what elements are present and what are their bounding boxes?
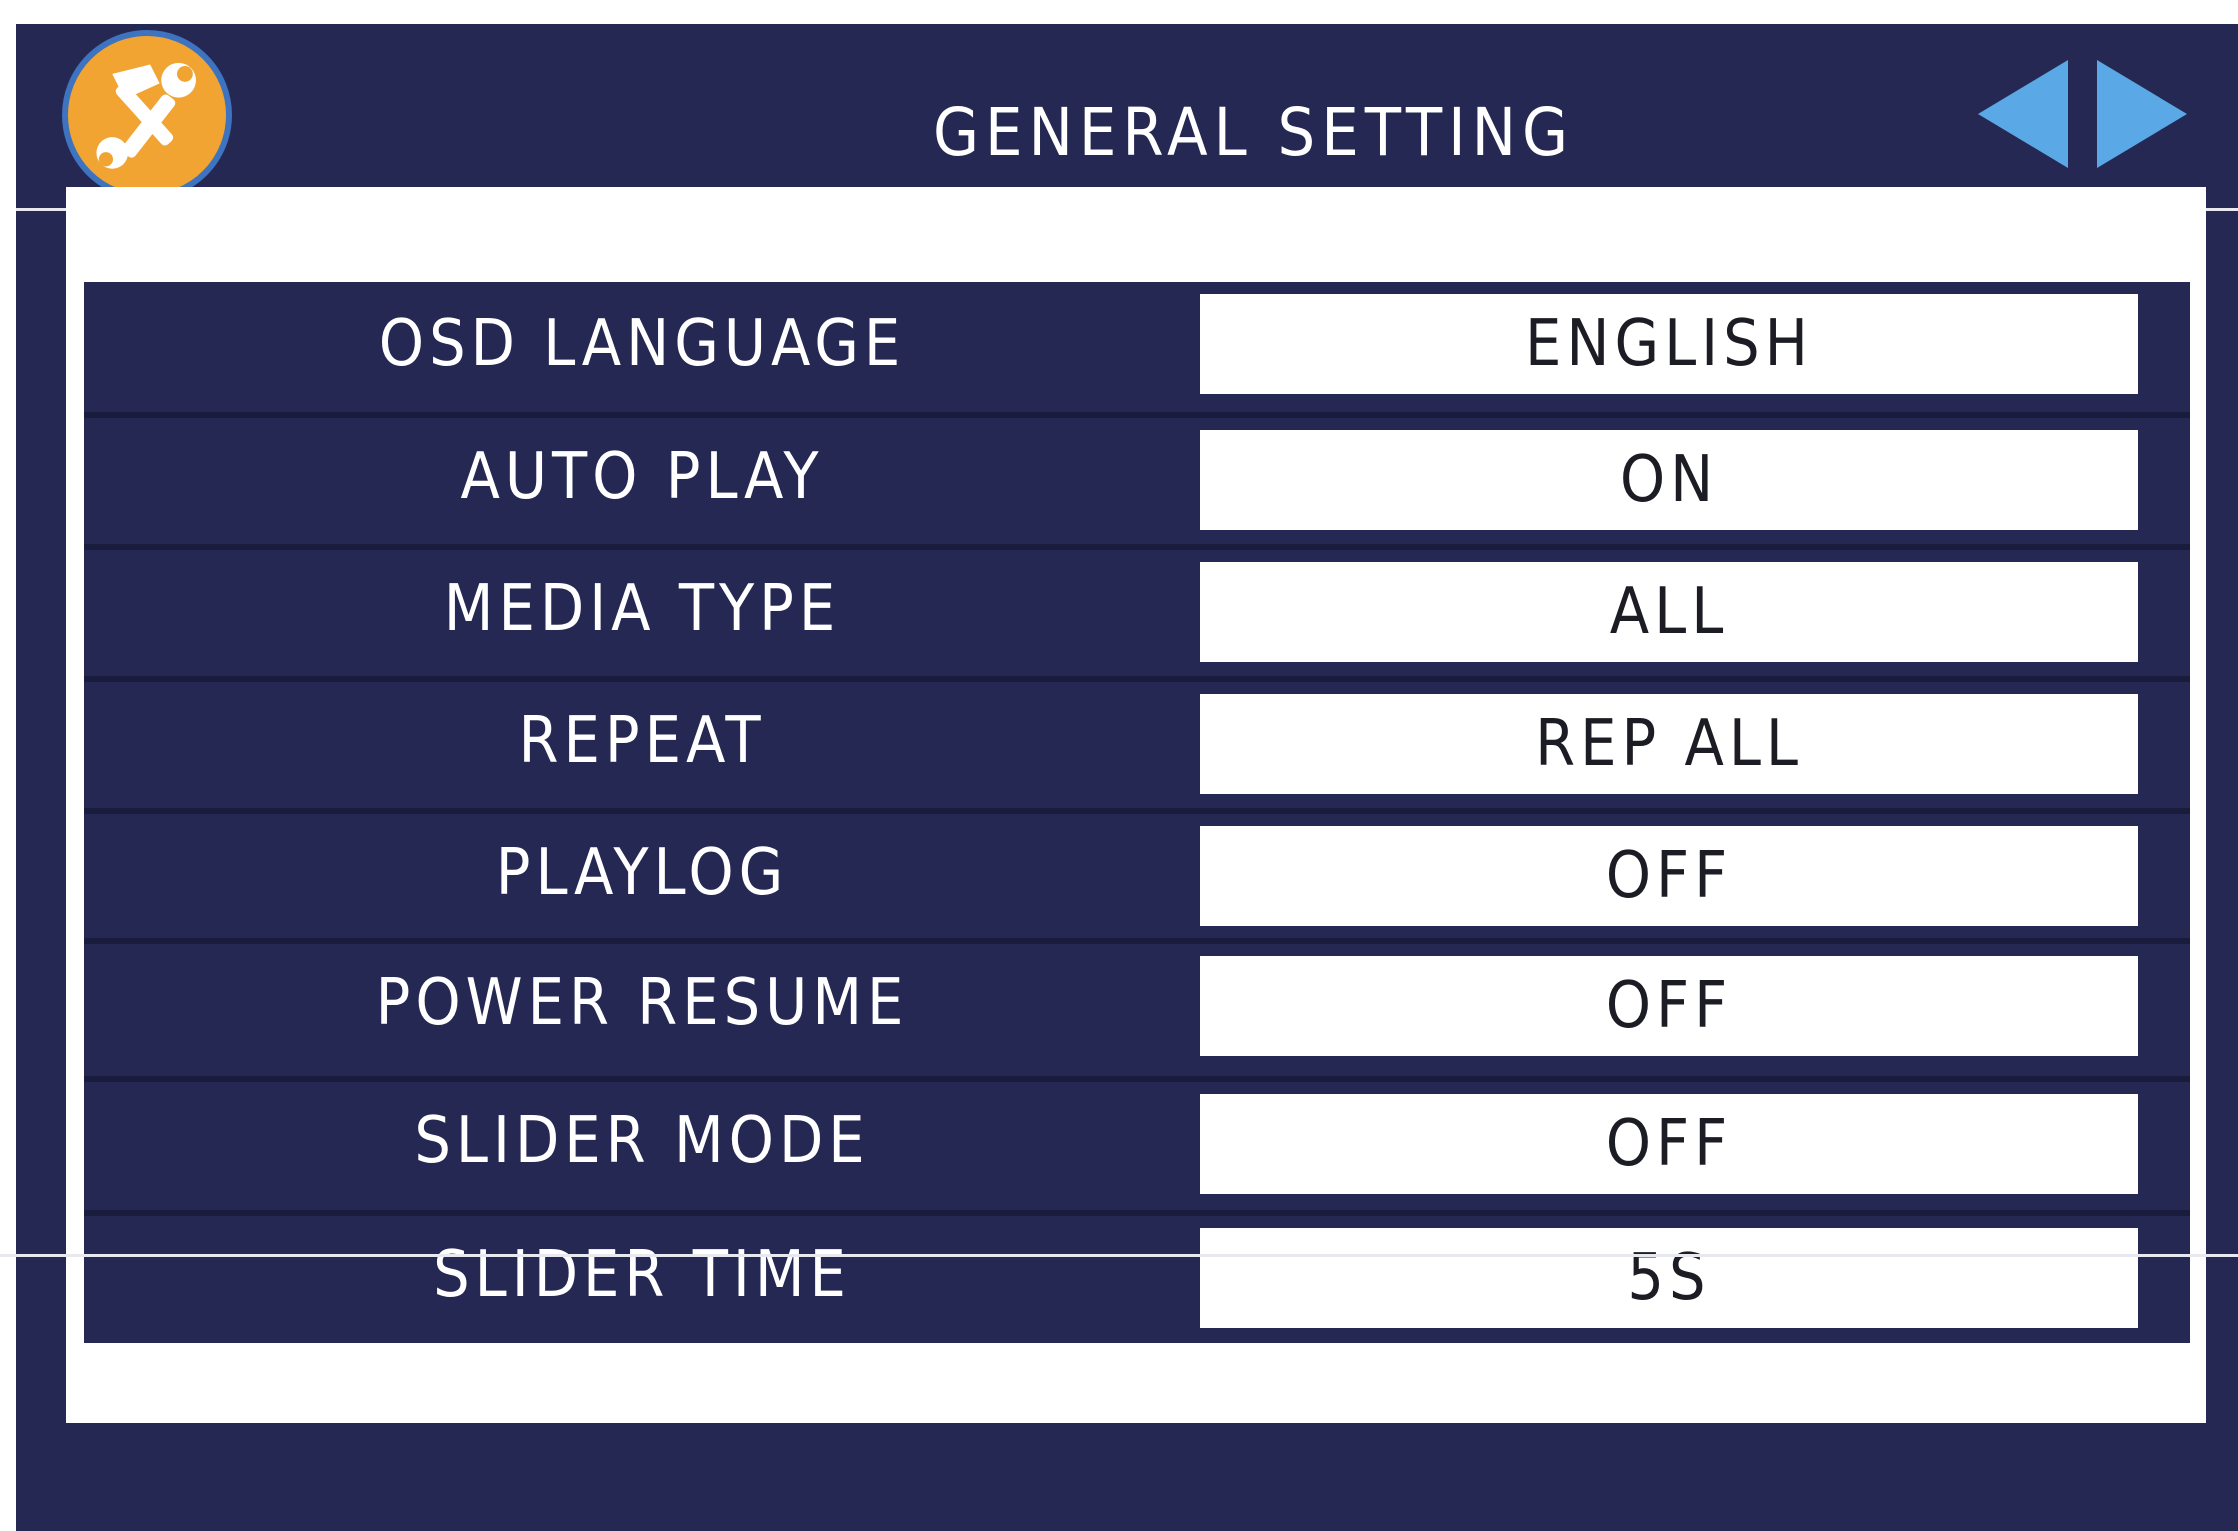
setting-row-slider-mode[interactable]: SLIDER MODE OFF [84,1076,2190,1200]
setting-value[interactable]: OFF [1200,826,2138,926]
setting-row-playlog[interactable]: PLAYLOG OFF [84,808,2190,932]
setting-row-power-resume[interactable]: POWER RESUME OFF [84,938,2190,1062]
arrow-left-icon-graphic [1978,60,2068,168]
scan-line [0,1254,2238,1257]
setting-row-osd-language[interactable]: OSD LANGUAGE ENGLISH [84,282,2190,406]
setting-label: OSD LANGUAGE [378,307,906,381]
settings-table: OSD LANGUAGE ENGLISH AUTO PLAY ON MEDIA … [84,282,2190,1343]
arrow-right-icon-graphic [2097,60,2187,168]
arrow-right-icon[interactable] [2097,60,2187,168]
setting-value[interactable]: REP ALL [1200,694,2138,794]
setting-value[interactable]: OFF [1200,956,2138,1056]
setting-row-repeat[interactable]: REPEAT REP ALL [84,676,2190,800]
header-bar: GENERAL SETTING [16,24,2238,208]
setting-label: REPEAT [518,704,766,778]
setting-label: POWER RESUME [375,966,909,1040]
setting-value[interactable]: ALL [1200,562,2138,662]
setting-label: SLIDER MODE [414,1104,870,1178]
setting-label: AUTO PLAY [460,440,824,514]
setting-row-auto-play[interactable]: AUTO PLAY ON [84,412,2190,536]
setting-value[interactable]: 5S [1200,1228,2138,1328]
arrow-left-icon[interactable] [1978,60,2068,168]
setting-label: PLAYLOG [495,836,789,910]
setting-value[interactable]: OFF [1200,1094,2138,1194]
setting-label: SLIDER TIME [433,1238,851,1312]
setting-row-media-type[interactable]: MEDIA TYPE ALL [84,544,2190,668]
page-title: GENERAL SETTING [932,94,1575,171]
setting-row-slider-time[interactable]: SLIDER TIME 5S [84,1210,2190,1334]
setting-label: MEDIA TYPE [443,572,841,646]
setting-value[interactable]: ON [1200,430,2138,530]
setting-value[interactable]: ENGLISH [1200,294,2138,394]
